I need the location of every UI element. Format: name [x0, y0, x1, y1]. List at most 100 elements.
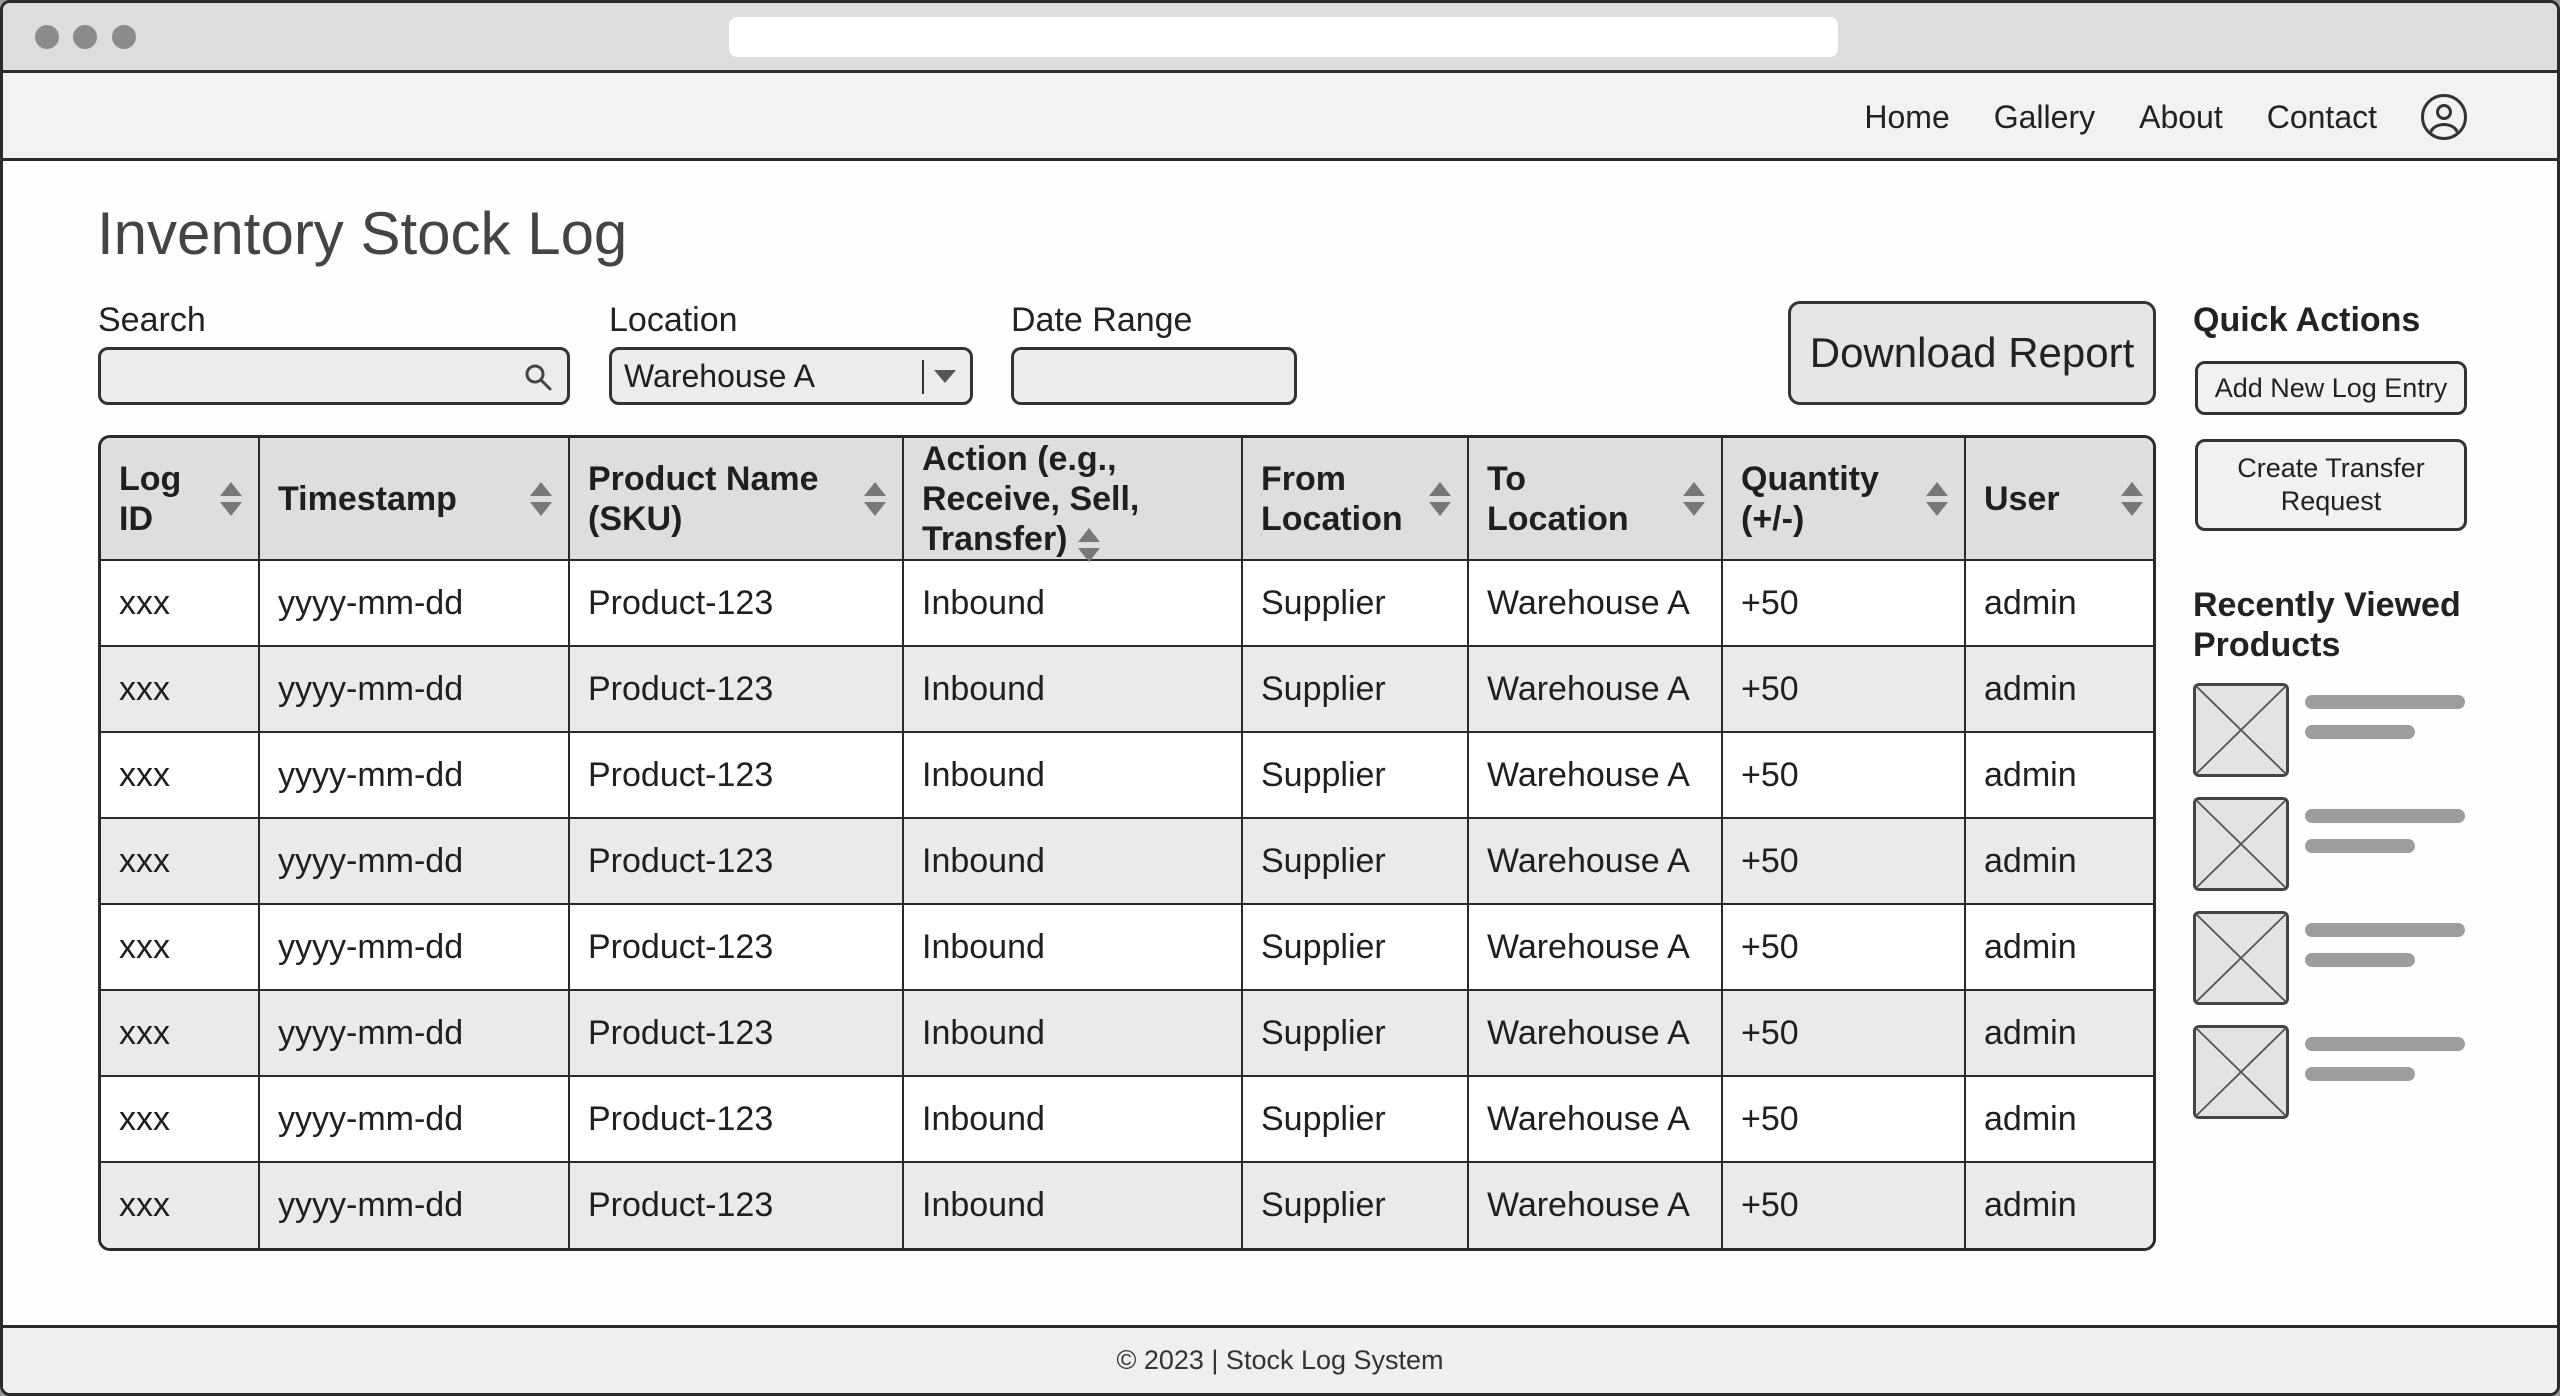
column-header-to-location[interactable]: To Location	[1467, 438, 1723, 561]
stock-log-table: Log ID Timestamp Product Name (SKU) Acti…	[98, 435, 2156, 1251]
page-title: Inventory Stock Log	[97, 200, 628, 267]
location-selected-value: Warehouse A	[624, 358, 815, 394]
column-header-user[interactable]: User	[1964, 438, 2153, 561]
sort-icon[interactable]	[864, 481, 886, 516]
column-header-quantity[interactable]: Quantity (+/-)	[1721, 438, 1966, 561]
table-cell: Inbound	[902, 731, 1243, 819]
recent-product-item[interactable]	[2193, 683, 2513, 779]
table-cell: +50	[1721, 559, 1966, 647]
table-cell: Inbound	[902, 903, 1243, 991]
product-title-placeholder	[2305, 809, 2465, 823]
table-cell: Supplier	[1241, 731, 1469, 819]
location-select[interactable]: Warehouse A	[609, 347, 973, 405]
table-row[interactable]: xxx yyyy-mm-dd Product-123 Inbound Supplier W…	[101, 645, 2153, 733]
column-header-timestamp[interactable]: Timestamp	[258, 438, 570, 561]
table-cell: Product-123	[568, 731, 904, 819]
create-transfer-request-button[interactable]: Create Transfer Request	[2195, 439, 2467, 531]
table-row[interactable]: xxx yyyy-mm-dd Product-123 Inbound Supplier W…	[101, 989, 2153, 1077]
table-row[interactable]: xxx yyyy-mm-dd Product-123 Inbound Supplier W…	[101, 1075, 2153, 1163]
product-title-placeholder	[2305, 1037, 2465, 1051]
table-cell: Warehouse A	[1467, 559, 1723, 647]
table-cell: Product-123	[568, 1075, 904, 1163]
table-cell: Product-123	[568, 817, 904, 905]
product-subtitle-placeholder	[2305, 725, 2415, 739]
product-title-placeholder	[2305, 923, 2465, 937]
table-cell: Supplier	[1241, 1161, 1469, 1248]
table-row[interactable]: xxx yyyy-mm-dd Product-123 Inbound Supplier W…	[101, 1161, 2153, 1248]
sort-icon[interactable]	[1683, 481, 1705, 516]
user-avatar-icon[interactable]	[2421, 94, 2467, 140]
table-cell: Supplier	[1241, 989, 1469, 1077]
table-row[interactable]: xxx yyyy-mm-dd Product-123 Inbound Supplier W…	[101, 817, 2153, 905]
image-placeholder-icon	[2193, 1025, 2289, 1119]
table-cell: admin	[1964, 1161, 2153, 1248]
date-range-label: Date Range	[1011, 301, 1193, 339]
sort-icon[interactable]	[220, 481, 242, 516]
table-cell: Supplier	[1241, 645, 1469, 733]
quick-actions-title: Quick Actions	[2193, 301, 2421, 339]
sort-icon[interactable]	[2121, 481, 2143, 516]
search-input[interactable]	[98, 347, 570, 405]
sort-icon[interactable]	[1926, 481, 1948, 516]
nav-link-contact[interactable]: Contact	[2267, 99, 2377, 136]
table-cell: admin	[1964, 559, 2153, 647]
table-cell: xxx	[101, 903, 260, 991]
product-title-placeholder	[2305, 695, 2465, 709]
sort-icon[interactable]	[530, 481, 552, 516]
nav-link-about[interactable]: About	[2139, 99, 2223, 136]
table-cell: Supplier	[1241, 559, 1469, 647]
table-cell: admin	[1964, 1075, 2153, 1163]
table-cell: Warehouse A	[1467, 1075, 1723, 1163]
date-range-input[interactable]	[1011, 347, 1297, 405]
search-icon[interactable]	[523, 362, 553, 392]
column-header-product-name[interactable]: Product Name (SKU)	[568, 438, 904, 561]
table-cell: Product-123	[568, 645, 904, 733]
add-log-entry-button[interactable]: Add New Log Entry	[2195, 361, 2467, 415]
sort-icon[interactable]	[1429, 481, 1451, 516]
table-cell: yyyy-mm-dd	[258, 731, 570, 819]
product-subtitle-placeholder	[2305, 953, 2415, 967]
table-cell: xxx	[101, 1161, 260, 1248]
recent-product-item[interactable]	[2193, 1025, 2513, 1121]
image-placeholder-icon	[2193, 911, 2289, 1005]
page-footer: © 2023 | Stock Log System	[3, 1325, 2557, 1393]
table-cell: xxx	[101, 1075, 260, 1163]
table-cell: Warehouse A	[1467, 903, 1723, 991]
table-cell: Warehouse A	[1467, 645, 1723, 733]
table-cell: Product-123	[568, 903, 904, 991]
table-cell: +50	[1721, 817, 1966, 905]
recent-product-item[interactable]	[2193, 911, 2513, 1007]
column-header-from-location[interactable]: From Location	[1241, 438, 1469, 561]
table-cell: Warehouse A	[1467, 731, 1723, 819]
address-bar[interactable]	[729, 17, 1838, 57]
select-divider	[922, 360, 924, 394]
top-navbar: Home Gallery About Contact	[3, 73, 2557, 161]
chevron-down-icon[interactable]	[934, 370, 956, 383]
table-cell: xxx	[101, 645, 260, 733]
table-cell: yyyy-mm-dd	[258, 989, 570, 1077]
window-minimize-dot[interactable]	[73, 25, 97, 49]
sort-icon[interactable]	[1077, 527, 1100, 562]
table-cell: admin	[1964, 731, 2153, 819]
column-header-log-id[interactable]: Log ID	[101, 438, 260, 561]
window-close-dot[interactable]	[35, 25, 59, 49]
table-cell: +50	[1721, 1075, 1966, 1163]
table-row[interactable]: xxx yyyy-mm-dd Product-123 Inbound Supplier W…	[101, 903, 2153, 991]
column-header-action[interactable]: Action (e.g., Receive, Sell, Transfer)	[902, 438, 1243, 562]
table-cell: admin	[1964, 645, 2153, 733]
table-cell: admin	[1964, 817, 2153, 905]
table-row[interactable]: xxx yyyy-mm-dd Product-123 Inbound Supplier W…	[101, 731, 2153, 819]
table-cell: Inbound	[902, 1161, 1243, 1248]
recently-viewed-title: Recently Viewed Products	[2193, 586, 2461, 664]
window-maximize-dot[interactable]	[112, 25, 136, 49]
nav-link-gallery[interactable]: Gallery	[1994, 99, 2095, 136]
location-label: Location	[609, 301, 738, 339]
table-cell: Warehouse A	[1467, 817, 1723, 905]
table-body: xxx yyyy-mm-dd Product-123 Inbound Supplier W…	[101, 559, 2153, 1248]
table-cell: Inbound	[902, 817, 1243, 905]
table-cell: Inbound	[902, 645, 1243, 733]
download-report-button[interactable]: Download Report	[1788, 301, 2156, 405]
table-row[interactable]: xxx yyyy-mm-dd Product-123 Inbound Supplier W…	[101, 559, 2153, 647]
recent-product-item[interactable]	[2193, 797, 2513, 893]
nav-link-home[interactable]: Home	[1864, 99, 1949, 136]
